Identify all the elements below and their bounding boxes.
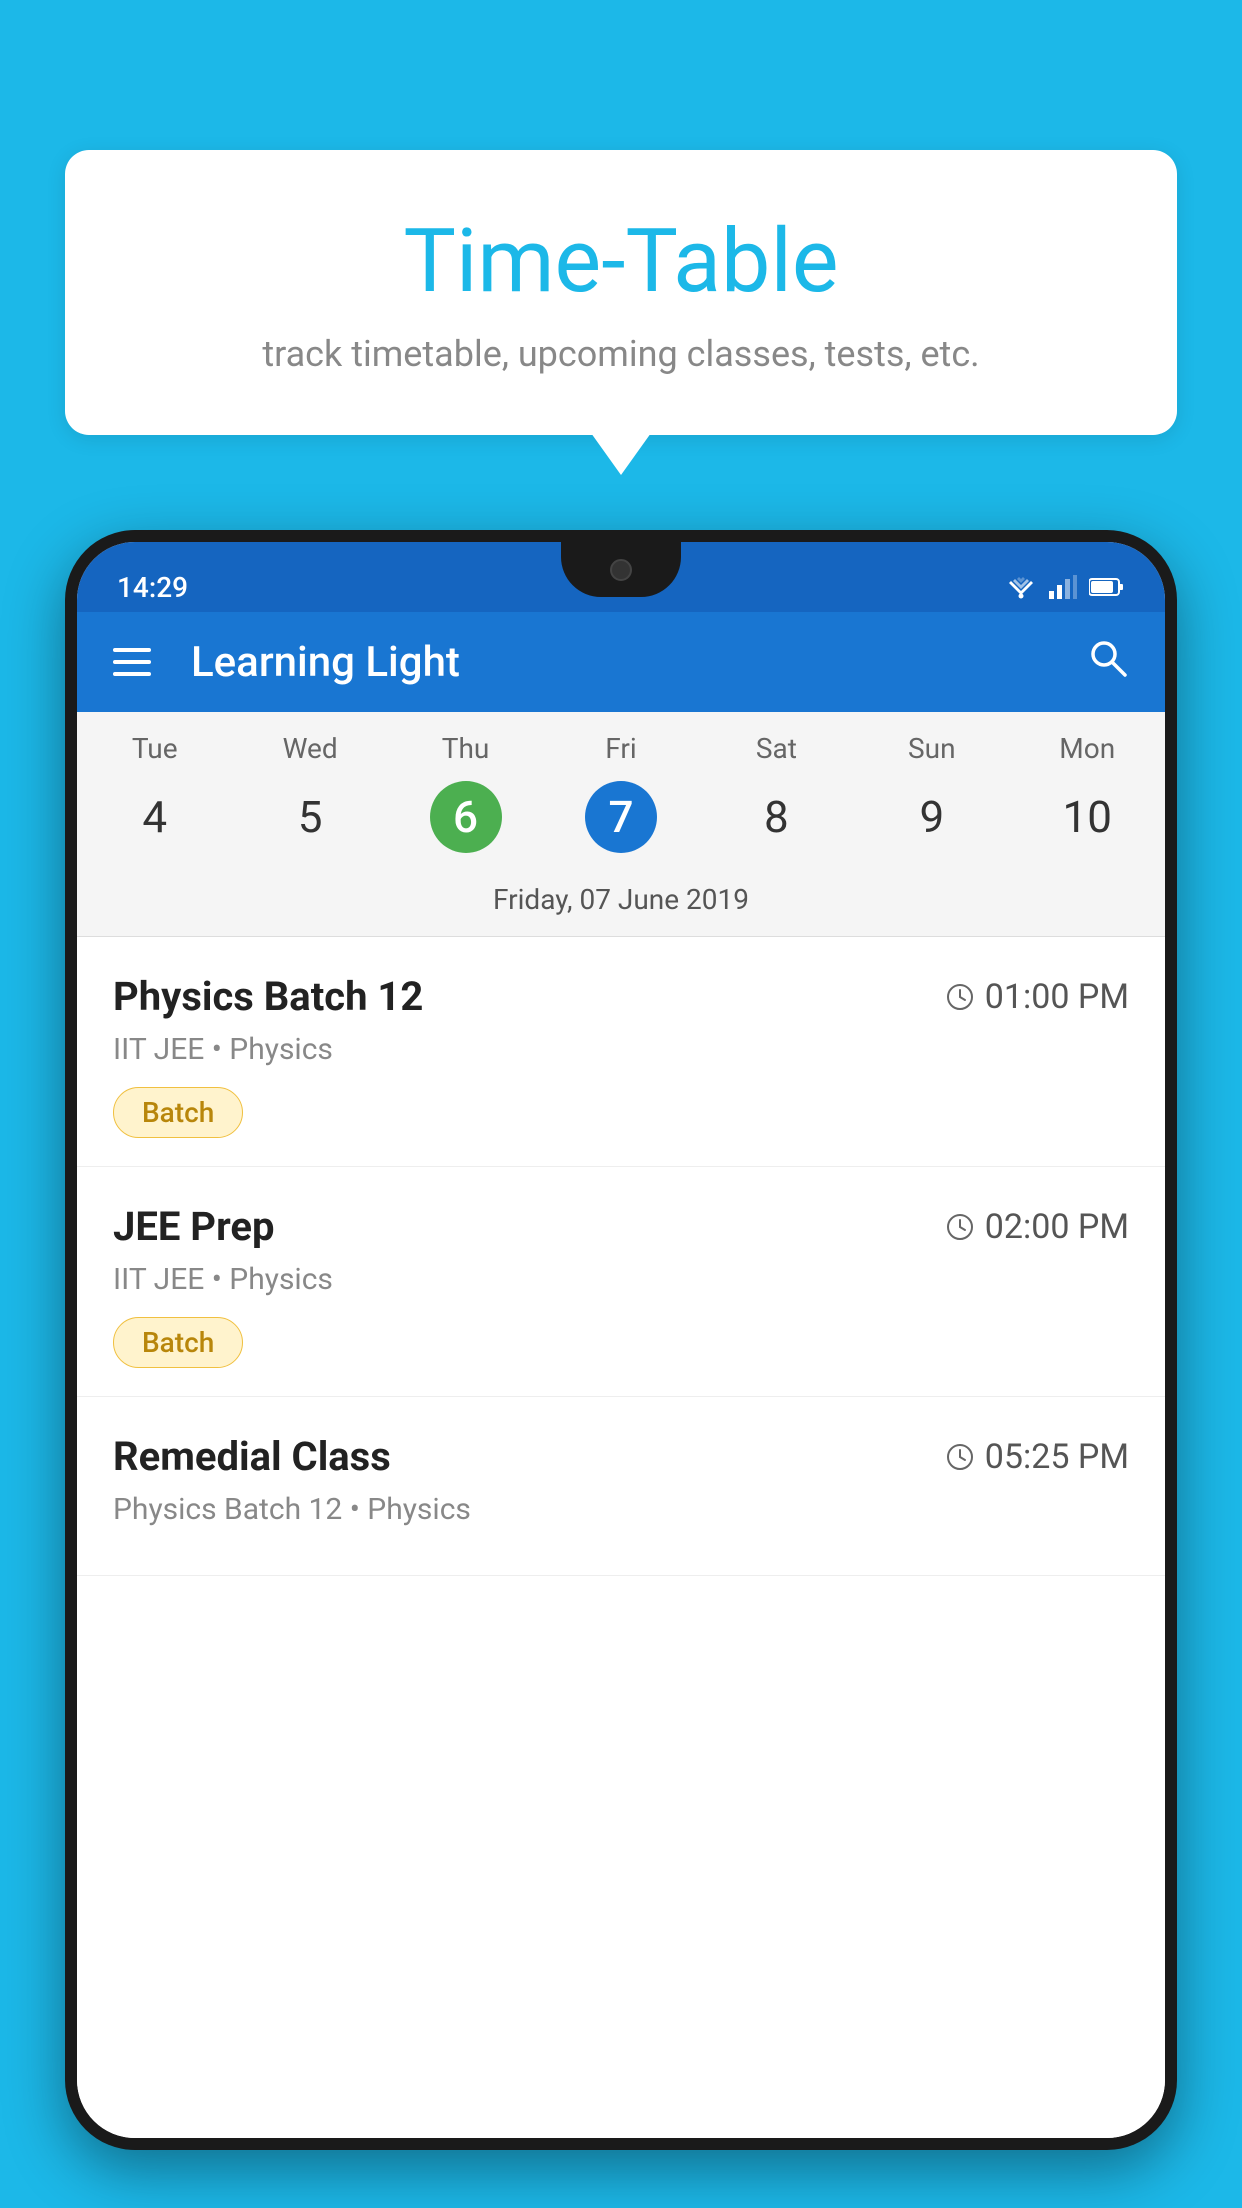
phone-mockup: 14:29 — [65, 530, 1177, 2208]
status-time: 14:29 — [117, 571, 188, 604]
menu-button[interactable] — [113, 648, 151, 676]
day-header-sun: Sun — [854, 732, 1009, 765]
day-5[interactable]: 5 — [232, 791, 387, 843]
class-time-2: 02:00 PM — [945, 1207, 1129, 1247]
feature-title: Time-Table — [105, 210, 1137, 313]
feature-subtitle: track timetable, upcoming classes, tests… — [105, 333, 1137, 375]
class-card-1[interactable]: Physics Batch 12 01:00 PM IIT JEE • Phys… — [77, 937, 1165, 1167]
day-header-wed: Wed — [232, 732, 387, 765]
day-headers: Tue Wed Thu Fri Sat Sun Mon — [77, 712, 1165, 773]
class-name-2: JEE Prep — [113, 1203, 274, 1250]
class-card-1-header: Physics Batch 12 01:00 PM — [113, 973, 1129, 1020]
class-time-1: 01:00 PM — [945, 977, 1129, 1017]
signal-icon — [1049, 575, 1077, 599]
day-header-fri: Fri — [543, 732, 698, 765]
class-meta-2: IIT JEE • Physics — [113, 1262, 1129, 1297]
day-header-tue: Tue — [77, 732, 232, 765]
phone-screen: 14:29 — [77, 542, 1165, 2138]
class-card-3-header: Remedial Class 05:25 PM — [113, 1433, 1129, 1480]
front-camera — [610, 559, 632, 581]
class-time-3: 05:25 PM — [945, 1437, 1129, 1477]
hamburger-line-1 — [113, 648, 151, 652]
class-meta-3: Physics Batch 12 • Physics — [113, 1492, 1129, 1527]
hamburger-line-3 — [113, 672, 151, 676]
class-meta-1: IIT JEE • Physics — [113, 1032, 1129, 1067]
batch-badge-2: Batch — [113, 1317, 243, 1368]
clock-icon-1 — [945, 982, 975, 1012]
time-label-3: 05:25 PM — [985, 1437, 1129, 1477]
day-7[interactable]: 7 — [543, 781, 698, 853]
day-header-mon: Mon — [1010, 732, 1165, 765]
phone-notch — [561, 542, 681, 597]
status-bar: 14:29 — [77, 542, 1165, 612]
search-button[interactable] — [1085, 635, 1129, 689]
selected-circle: 7 — [585, 781, 657, 853]
battery-icon — [1089, 577, 1125, 597]
hamburger-line-2 — [113, 660, 151, 664]
day-9[interactable]: 9 — [854, 791, 1009, 843]
time-label-1: 01:00 PM — [985, 977, 1129, 1017]
clock-icon-2 — [945, 1212, 975, 1242]
class-list: Physics Batch 12 01:00 PM IIT JEE • Phys… — [77, 937, 1165, 2138]
calendar-section: Tue Wed Thu Fri Sat Sun Mon 4 5 6 7 — [77, 712, 1165, 937]
selected-date: Friday, 07 June 2019 — [77, 873, 1165, 937]
day-numbers: 4 5 6 7 8 9 10 — [77, 773, 1165, 873]
batch-badge-1: Batch — [113, 1087, 243, 1138]
phone-frame: 14:29 — [65, 530, 1177, 2150]
wifi-icon — [1005, 575, 1037, 599]
clock-icon-3 — [945, 1442, 975, 1472]
class-card-2[interactable]: JEE Prep 02:00 PM IIT JEE • Physics Batc… — [77, 1167, 1165, 1397]
speech-bubble-section: Time-Table track timetable, upcoming cla… — [65, 150, 1177, 435]
day-header-sat: Sat — [699, 732, 854, 765]
day-8[interactable]: 8 — [699, 791, 854, 843]
day-4[interactable]: 4 — [77, 791, 232, 843]
day-10[interactable]: 10 — [1010, 791, 1165, 843]
class-card-3[interactable]: Remedial Class 05:25 PM Physics Batch 12… — [77, 1397, 1165, 1576]
day-6[interactable]: 6 — [388, 781, 543, 853]
class-name-3: Remedial Class — [113, 1433, 391, 1480]
speech-bubble: Time-Table track timetable, upcoming cla… — [65, 150, 1177, 435]
class-name-1: Physics Batch 12 — [113, 973, 423, 1020]
app-title: Learning Light — [191, 638, 1055, 687]
time-label-2: 02:00 PM — [985, 1207, 1129, 1247]
today-circle: 6 — [430, 781, 502, 853]
class-card-2-header: JEE Prep 02:00 PM — [113, 1203, 1129, 1250]
app-bar: Learning Light — [77, 612, 1165, 712]
status-icons — [1005, 575, 1125, 599]
day-header-thu: Thu — [388, 732, 543, 765]
